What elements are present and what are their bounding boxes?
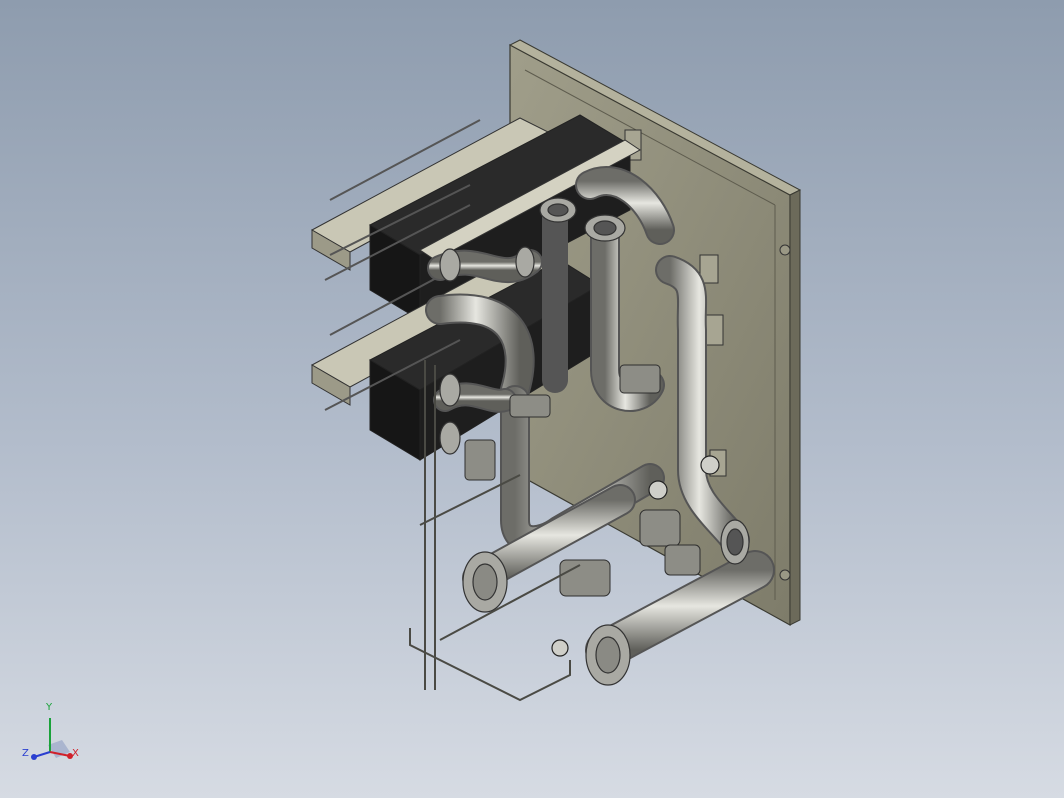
axis-triad: Y X Z: [18, 700, 88, 770]
x-axis-label: X: [72, 748, 79, 759]
assembly-model[interactable]: [0, 0, 1064, 798]
z-axis-label: Z: [22, 748, 29, 759]
y-axis-label: Y: [46, 702, 53, 713]
lifting-lug-upper: [779, 244, 791, 256]
graphics-viewport[interactable]: Y X Z: [0, 0, 1064, 798]
lifting-lug-lower: [779, 569, 791, 581]
